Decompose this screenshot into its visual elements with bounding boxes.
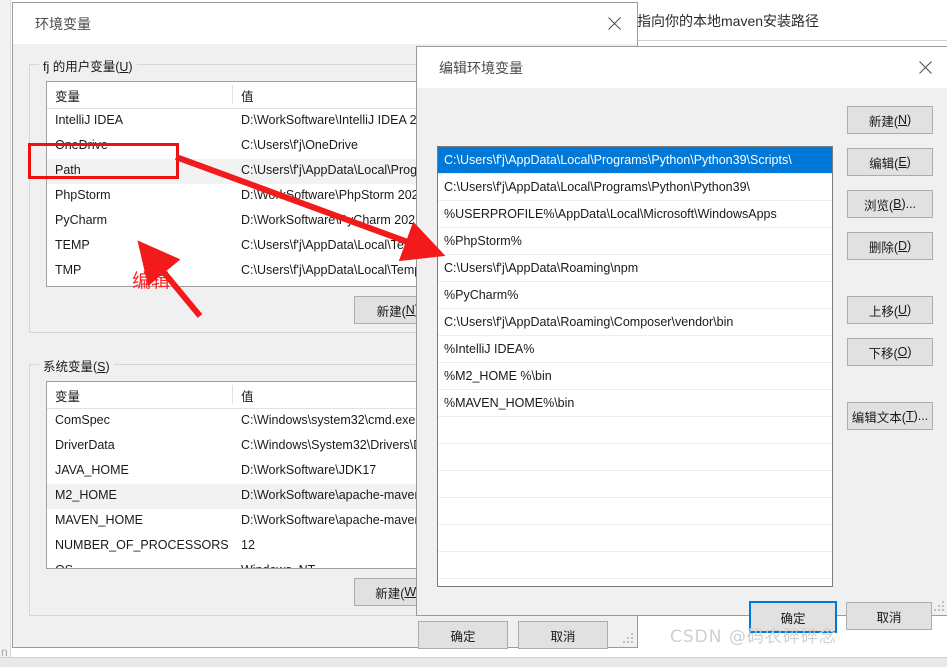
button-accesskey: E: [898, 155, 907, 169]
annotation-label: 编辑: [132, 270, 171, 292]
list-item[interactable]: %PhpStorm%: [438, 228, 832, 255]
user-variables-legend: fj 的用户变量(U): [39, 56, 137, 75]
button-suffix: ): [907, 303, 912, 317]
resize-grip-icon[interactable]: [933, 600, 945, 612]
button-suffix: ): [906, 155, 911, 169]
close-icon[interactable]: [902, 47, 947, 87]
system-column-variable[interactable]: 变量: [55, 386, 80, 405]
list-item[interactable]: C:\Users\f'j\AppData\Roaming\Composer\ve…: [438, 309, 832, 336]
edit-dialog-body: C:\Users\f'j\AppData\Local\Programs\Pyth…: [417, 88, 947, 633]
button-accesskey: D: [897, 239, 908, 253]
variable-name-cell: DriverData: [55, 438, 115, 452]
variable-name-cell: TEMP: [55, 238, 90, 252]
list-item[interactable]: [438, 498, 832, 525]
user-new-key: N: [405, 303, 415, 317]
button-accesskey: U: [897, 303, 908, 317]
system-variables-legend: 系统变量(S): [39, 356, 114, 375]
background-editor-text: 都指向你的本地maven安装路径: [623, 13, 820, 29]
list-item[interactable]: [438, 471, 832, 498]
button-suffix: )...: [913, 409, 929, 423]
system-new-label: 新建(: [375, 586, 405, 601]
system-variables-legend-suffix: ): [105, 360, 110, 374]
path-move-down-button[interactable]: 下移(O): [847, 338, 933, 366]
button-label: 编辑文本(: [851, 410, 906, 425]
env-cancel-button[interactable]: 取消: [518, 621, 608, 649]
close-icon[interactable]: [591, 3, 637, 43]
watermark: CSDN @码农碎碎念: [670, 627, 837, 647]
button-suffix: ): [907, 239, 912, 253]
user-column-value[interactable]: 值: [241, 86, 254, 105]
resize-grip-icon[interactable]: [622, 632, 634, 644]
edit-cancel-button[interactable]: 取消: [846, 602, 932, 630]
variable-name-cell: M2_HOME: [55, 488, 117, 502]
list-item[interactable]: %USERPROFILE%\AppData\Local\Microsoft\Wi…: [438, 201, 832, 228]
env-ok-button[interactable]: 确定: [418, 621, 508, 649]
variable-name-cell: PyCharm: [55, 213, 108, 227]
variable-name-cell: JAVA_HOME: [55, 463, 129, 477]
path-delete-button[interactable]: 删除(D): [847, 232, 933, 260]
path-edit-button[interactable]: 编辑(E): [847, 148, 933, 176]
list-item[interactable]: %M2_HOME %\bin: [438, 363, 832, 390]
variable-name-cell: ComSpec: [55, 413, 110, 427]
list-item[interactable]: C:\Users\f'j\AppData\Local\Programs\Pyth…: [438, 147, 832, 174]
edit-dialog-title: 编辑环境变量: [439, 60, 523, 76]
system-header-divider[interactable]: [232, 385, 233, 404]
user-variables-legend-suffix: ): [128, 60, 133, 74]
variable-name-cell: IntelliJ IDEA: [55, 113, 124, 127]
system-new-key: W: [404, 585, 417, 599]
edit-dialog-titlebar: 编辑环境变量: [417, 47, 947, 88]
env-dialog-title: 环境变量: [35, 16, 91, 32]
button-label: 新建(: [868, 114, 898, 129]
list-item[interactable]: [438, 444, 832, 471]
user-variables-legend-text: 的用户变量(: [49, 60, 120, 74]
button-label: 浏览(: [863, 198, 894, 213]
variable-name-cell: OneDrive: [55, 138, 108, 152]
button-label: 编辑(: [869, 156, 899, 171]
list-item[interactable]: [438, 525, 832, 552]
env-dialog-titlebar: 环境变量: [13, 3, 637, 44]
system-variables-legend-text: 系统变量(: [43, 360, 98, 374]
user-column-variable[interactable]: 变量: [55, 86, 80, 105]
variable-name-cell: NUMBER_OF_PROCESSORS: [55, 538, 229, 552]
background-editor-divider: [618, 40, 947, 41]
path-new-button[interactable]: 新建(N): [847, 106, 933, 134]
system-variables-legend-key: S: [97, 360, 106, 374]
button-suffix: ): [907, 113, 912, 127]
button-suffix: ): [907, 345, 912, 359]
list-item[interactable]: %PyCharm%: [438, 282, 832, 309]
path-browse-button[interactable]: 浏览(B)...: [847, 190, 933, 218]
variable-name-cell: Path: [55, 163, 81, 177]
variable-name-cell: MAVEN_HOME: [55, 513, 143, 527]
button-label: 删除(: [868, 240, 898, 255]
path-move-up-button[interactable]: 上移(U): [847, 296, 933, 324]
button-accesskey: B: [893, 197, 902, 211]
edit-environment-variable-dialog: 编辑环境变量 C:\Users\f'j\AppData\Local\Progra…: [416, 46, 947, 633]
button-accesskey: O: [897, 345, 908, 359]
button-suffix: )...: [901, 197, 917, 211]
user-header-divider[interactable]: [232, 85, 233, 104]
system-column-value[interactable]: 值: [241, 386, 254, 405]
user-new-label: 新建(: [376, 304, 406, 319]
list-item[interactable]: %IntelliJ IDEA%: [438, 336, 832, 363]
button-accesskey: N: [897, 113, 908, 127]
variable-name-cell: PhpStorm: [55, 188, 111, 202]
path-edit-text-button[interactable]: 编辑文本(T)...: [847, 402, 933, 430]
list-item[interactable]: [438, 417, 832, 444]
list-item[interactable]: [438, 552, 832, 579]
background-left-strip: [0, 0, 11, 666]
path-entries-listbox[interactable]: C:\Users\f'j\AppData\Local\Programs\Pyth…: [437, 146, 833, 587]
button-accesskey: T: [905, 409, 914, 423]
list-item[interactable]: %MAVEN_HOME%\bin: [438, 390, 832, 417]
list-item[interactable]: C:\Users\f'j\AppData\Local\Programs\Pyth…: [438, 174, 832, 201]
button-label: 上移(: [868, 304, 898, 319]
button-label: 下移(: [868, 346, 898, 361]
variable-name-cell: OS: [55, 563, 237, 568]
list-item[interactable]: C:\Users\f'j\AppData\Roaming\npm: [438, 255, 832, 282]
